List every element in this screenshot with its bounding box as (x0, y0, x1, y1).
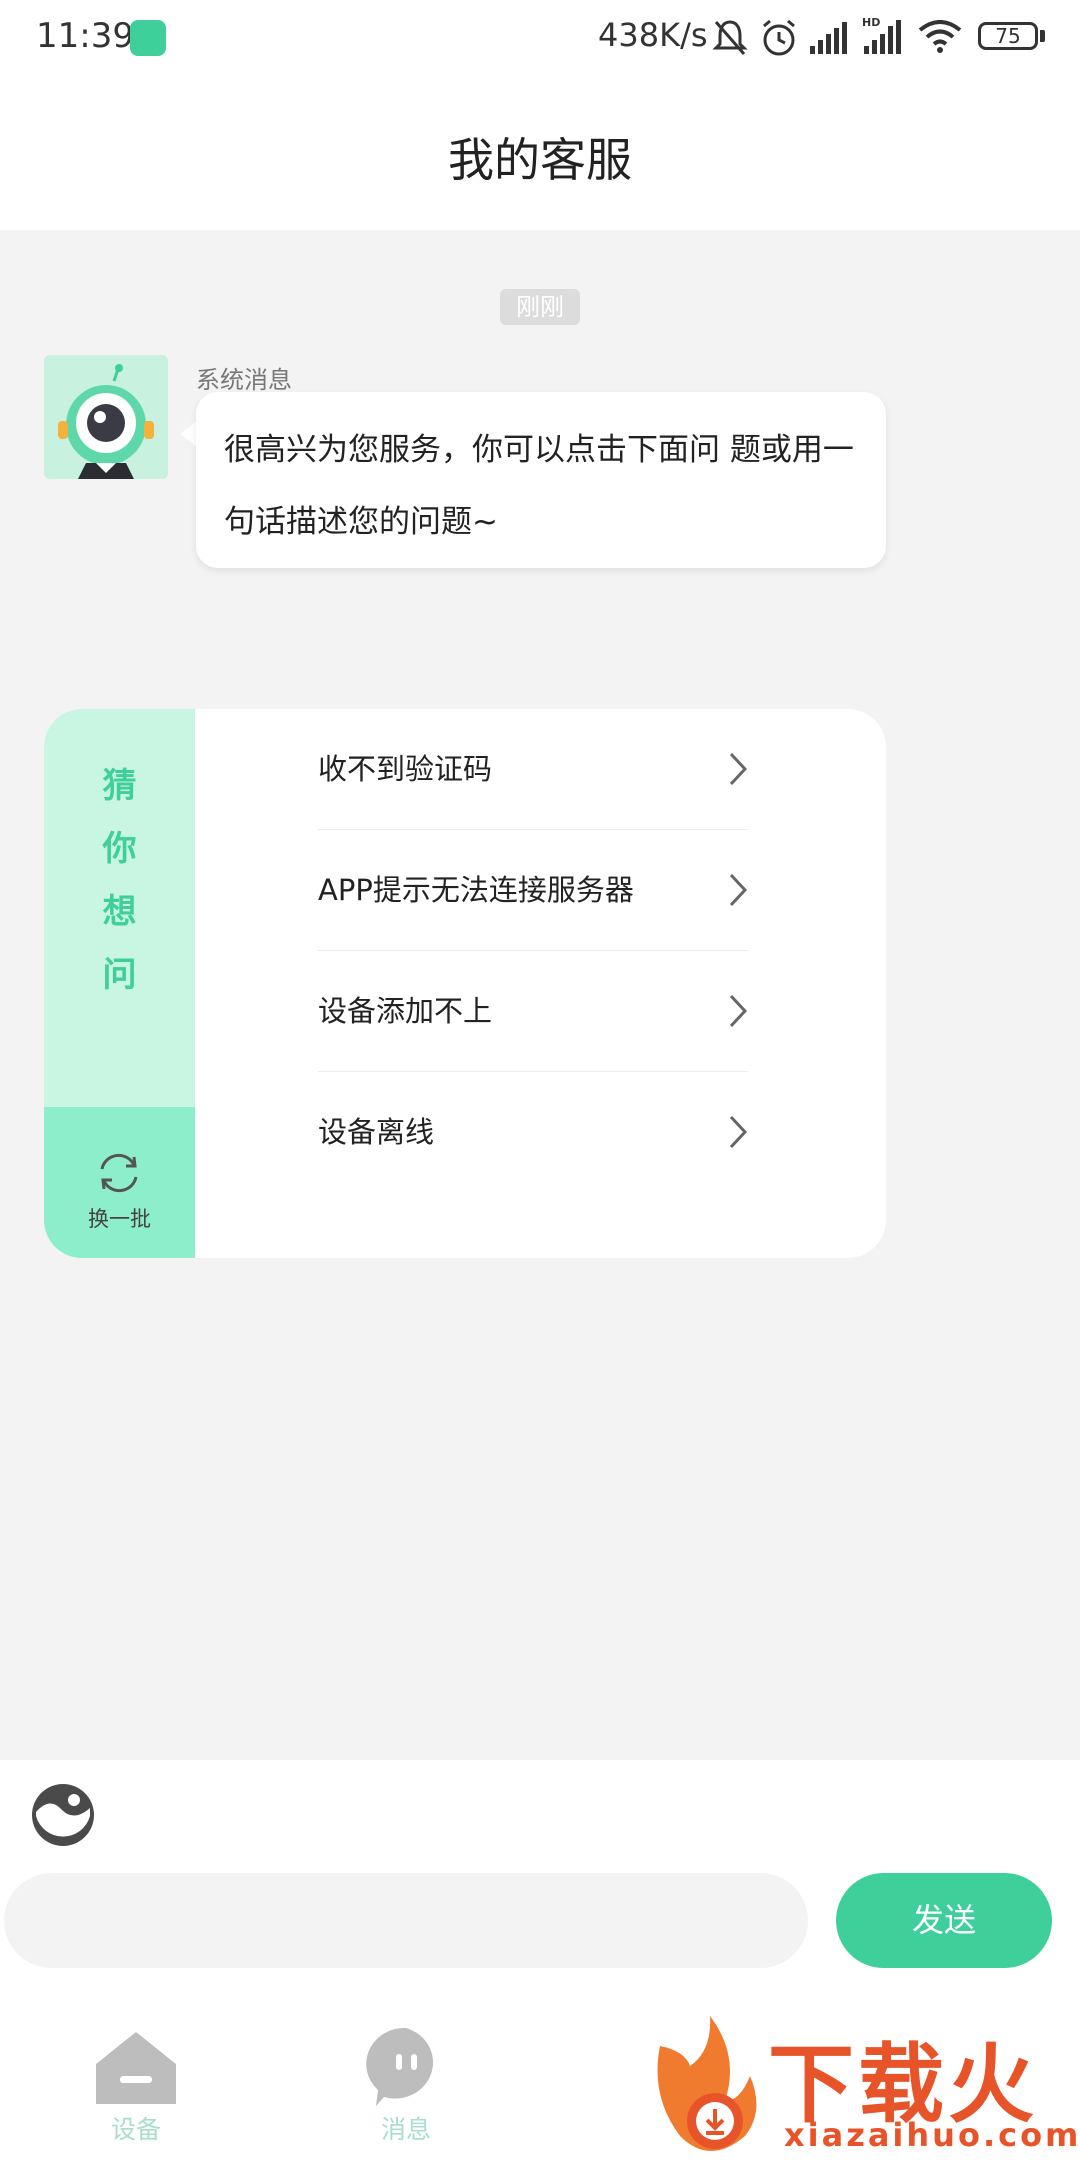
battery-tip (1040, 30, 1045, 42)
status-time: 11:39 (36, 16, 134, 56)
chevron-right-icon (729, 873, 748, 907)
chevron-right-icon (729, 752, 748, 786)
page-title: 我的客服 (448, 133, 632, 187)
avatar (44, 355, 168, 479)
guess-title-char: 你 (102, 829, 137, 869)
message-bubble: 很高兴为您服务，你可以点击下面问 题或用一句话描述您的问题~ (196, 392, 886, 568)
message-input[interactable] (4, 1873, 808, 1968)
question-text: 设备添加不上 (318, 994, 493, 1028)
bell-muted-icon (712, 20, 748, 55)
nav-item-devices[interactable]: 设备 (66, 2024, 206, 2144)
image-picker-icon[interactable] (30, 1782, 96, 1848)
chevron-right-icon (729, 1115, 748, 1149)
nav-label: 消息 (380, 2115, 431, 2144)
question-item[interactable]: 设备离线 (318, 1072, 748, 1193)
refresh-label: 换一批 (88, 1207, 151, 1231)
battery-icon: 75 (978, 22, 1038, 50)
question-text: 收不到验证码 (318, 752, 493, 786)
nav-label: 设备 (110, 2115, 161, 2144)
guess-side-panel: 猜你想问 换一批 (44, 709, 195, 1258)
chevron-right-icon (729, 994, 748, 1028)
flame-logo-icon (657, 2016, 757, 2151)
guess-title-char: 想 (102, 892, 137, 932)
nav-item-messages[interactable]: 消息 (336, 2024, 476, 2144)
app-notification-icon (130, 20, 166, 56)
sender-name: 系统消息 (196, 366, 292, 394)
suggested-questions-card: 猜你想问 换一批 收不到验证码 APP提示无法连接服务器 设备添加不上 设备离线 (44, 709, 886, 1258)
question-item[interactable]: APP提示无法连接服务器 (318, 830, 748, 951)
watermark: 下载火 xiazaihuo.com (640, 2006, 1080, 2160)
status-bar: 11:39 438K/s HD 75 (0, 0, 1080, 80)
send-button[interactable]: 发送 (836, 1873, 1052, 1968)
network-speed: 438K/s (598, 16, 708, 54)
watermark-domain: xiazaihuo.com (784, 2116, 1080, 2154)
alarm-icon (763, 19, 795, 56)
header: 我的客服 (0, 80, 1080, 230)
chat-bubble-icon (366, 2027, 434, 2106)
wifi-icon (918, 20, 962, 53)
question-text: 设备离线 (318, 1115, 435, 1149)
input-area: 发送 (0, 1760, 1080, 1996)
question-item[interactable]: 收不到验证码 (318, 709, 748, 830)
message-text: 很高兴为您服务，你可以点击下面问 题或用一句话描述您的问题~ (224, 432, 854, 540)
message-timestamp: 刚刚 (500, 289, 580, 325)
guess-title-char: 问 (102, 955, 137, 995)
robot-avatar-icon (44, 355, 168, 479)
question-text: APP提示无法连接服务器 (318, 873, 634, 907)
guess-title-char: 猜 (102, 766, 137, 806)
refresh-icon (100, 1153, 138, 1193)
house-icon (96, 2032, 176, 2104)
signal-icon (810, 22, 847, 54)
svg-text:HD: HD (862, 16, 880, 29)
question-item[interactable]: 设备添加不上 (318, 951, 748, 1072)
signal-hd-icon: HD (862, 16, 901, 54)
refresh-button[interactable]: 换一批 (44, 1107, 195, 1258)
guess-title: 猜你想问 (44, 755, 195, 1007)
